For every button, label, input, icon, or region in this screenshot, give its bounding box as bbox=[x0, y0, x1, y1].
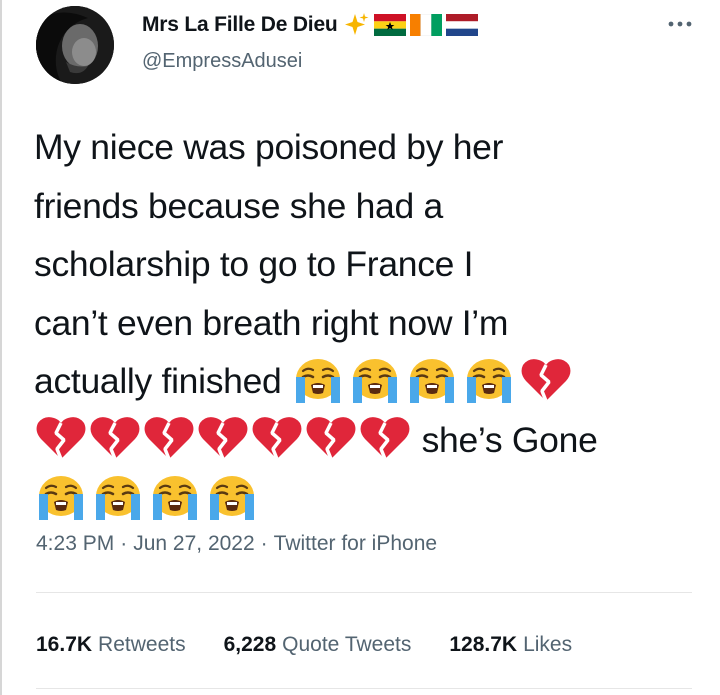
tweet-header: Mrs La Fille De Dieu @EmpressAdusei bbox=[36, 6, 700, 86]
engagement-stats: 16.7K Retweets 6,228 Quote Tweets 128.7K… bbox=[36, 633, 572, 657]
more-dots-icon bbox=[668, 21, 692, 27]
user-handle[interactable]: @EmpressAdusei bbox=[142, 50, 302, 73]
avatar[interactable] bbox=[36, 6, 114, 84]
ivory-coast-flag-icon bbox=[409, 14, 442, 36]
name-emoji-badges bbox=[344, 12, 478, 38]
tweet-line-7 bbox=[34, 469, 694, 528]
tweet-line-text: actually finished bbox=[34, 361, 282, 401]
tweet-meta: 4:23 PM · Jun 27, 2022 · Twitter for iPh… bbox=[36, 532, 437, 556]
tweet-line-5: actually finished bbox=[34, 352, 694, 411]
divider bbox=[36, 688, 692, 689]
broken-heart-icon bbox=[304, 413, 358, 463]
tweet-text: My niece was poisoned by her friends bec… bbox=[34, 118, 694, 528]
tweet-tail-text: she’s Gone bbox=[421, 419, 598, 460]
broken-heart-icon bbox=[519, 355, 573, 405]
quotes-count: 6,228 bbox=[223, 633, 277, 656]
tweet-line: friends because she had a bbox=[34, 185, 443, 226]
emoji-row-2 bbox=[34, 413, 412, 463]
retweets-count: 16.7K bbox=[36, 633, 93, 656]
netherlands-flag-icon bbox=[445, 14, 478, 36]
emoji-row-1 bbox=[291, 355, 573, 405]
display-name[interactable]: Mrs La Fille De Dieu bbox=[142, 13, 338, 37]
more-options-button[interactable] bbox=[660, 12, 700, 36]
broken-heart-icon bbox=[196, 413, 250, 463]
divider bbox=[36, 592, 692, 593]
quotes-label: Quote Tweets bbox=[282, 633, 412, 656]
tweet-time[interactable]: 4:23 PM bbox=[36, 532, 114, 556]
ghana-flag-icon bbox=[373, 14, 406, 36]
name-row: Mrs La Fille De Dieu bbox=[142, 12, 478, 38]
tweet-source[interactable]: Twitter for iPhone bbox=[274, 532, 437, 556]
loudly-crying-face-icon bbox=[148, 472, 202, 522]
likes-stat[interactable]: 128.7K Likes bbox=[449, 633, 572, 657]
loudly-crying-face-icon bbox=[462, 355, 516, 405]
left-border bbox=[0, 0, 2, 695]
meta-separator: · bbox=[120, 532, 128, 555]
tweet-line: scholarship to go to France I bbox=[34, 244, 474, 284]
loudly-crying-face-icon bbox=[91, 472, 145, 522]
tweet-line: can’t even breath right now I’m bbox=[34, 302, 509, 343]
likes-count: 128.7K bbox=[449, 633, 518, 656]
sparkles-icon bbox=[344, 13, 369, 35]
tweet-line: My niece was poisoned by her bbox=[34, 127, 504, 167]
retweets-stat[interactable]: 16.7K Retweets bbox=[36, 633, 186, 657]
quote-tweets-stat[interactable]: 6,228 Quote Tweets bbox=[224, 633, 412, 657]
loudly-crying-face-icon bbox=[205, 472, 259, 522]
emoji-row-3 bbox=[34, 472, 259, 522]
tweet-date[interactable]: Jun 27, 2022 bbox=[133, 532, 254, 556]
likes-label: Likes bbox=[523, 633, 573, 656]
retweets-label: Retweets bbox=[98, 633, 186, 656]
loudly-crying-face-icon bbox=[34, 472, 88, 522]
broken-heart-icon bbox=[142, 413, 196, 463]
meta-separator: · bbox=[260, 532, 268, 555]
broken-heart-icon bbox=[88, 413, 142, 463]
tweet-line-6: she’s Gone bbox=[34, 411, 694, 470]
broken-heart-icon bbox=[358, 413, 412, 463]
loudly-crying-face-icon bbox=[405, 355, 459, 405]
loudly-crying-face-icon bbox=[291, 355, 345, 405]
broken-heart-icon bbox=[250, 413, 304, 463]
broken-heart-icon bbox=[34, 413, 88, 463]
loudly-crying-face-icon bbox=[348, 355, 402, 405]
